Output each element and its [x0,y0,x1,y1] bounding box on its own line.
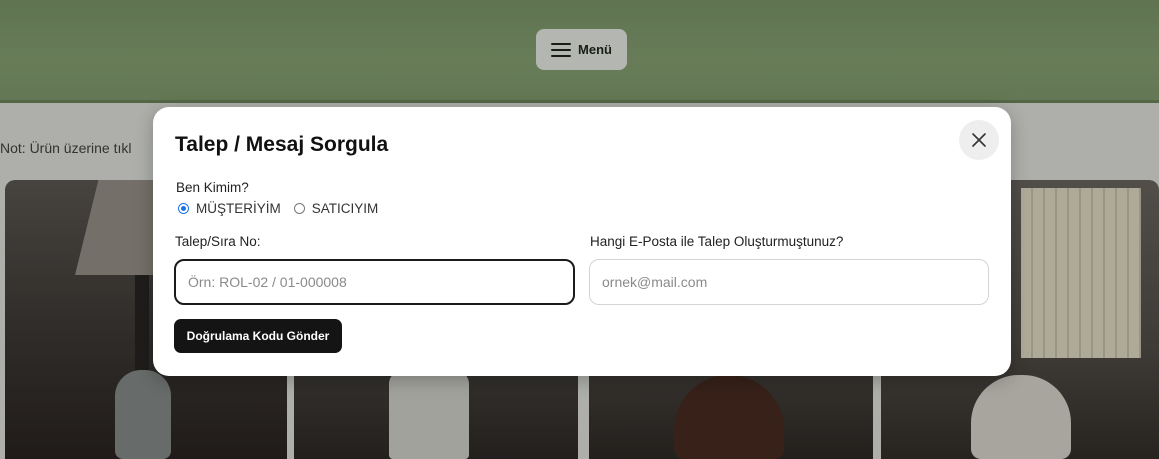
send-verification-code-button[interactable]: Doğrulama Kodu Gönder [174,319,342,353]
email-label: Hangi E-Posta ile Talep Oluşturmuştunuz? [590,234,844,249]
radio-customer[interactable] [178,203,189,214]
role-label-seller: SATICIYIM [311,201,379,216]
role-radio-group: MÜŞTERİYİM SATICIYIM [178,201,378,216]
query-modal: Talep / Mesaj Sorgula Ben Kimim? MÜŞTERİ… [153,107,1011,376]
radio-seller[interactable] [293,203,305,214]
role-label-customer: MÜŞTERİYİM [196,201,281,216]
ticket-number-label: Talep/Sıra No: [175,234,261,249]
close-icon [972,133,986,147]
modal-title: Talep / Mesaj Sorgula [175,133,389,156]
email-input[interactable] [589,259,989,305]
close-button[interactable] [959,120,999,160]
role-option-seller[interactable]: SATICIYIM [293,201,379,216]
role-option-customer[interactable]: MÜŞTERİYİM [178,201,281,216]
ticket-number-input[interactable] [174,259,575,305]
role-question: Ben Kimim? [176,180,249,195]
